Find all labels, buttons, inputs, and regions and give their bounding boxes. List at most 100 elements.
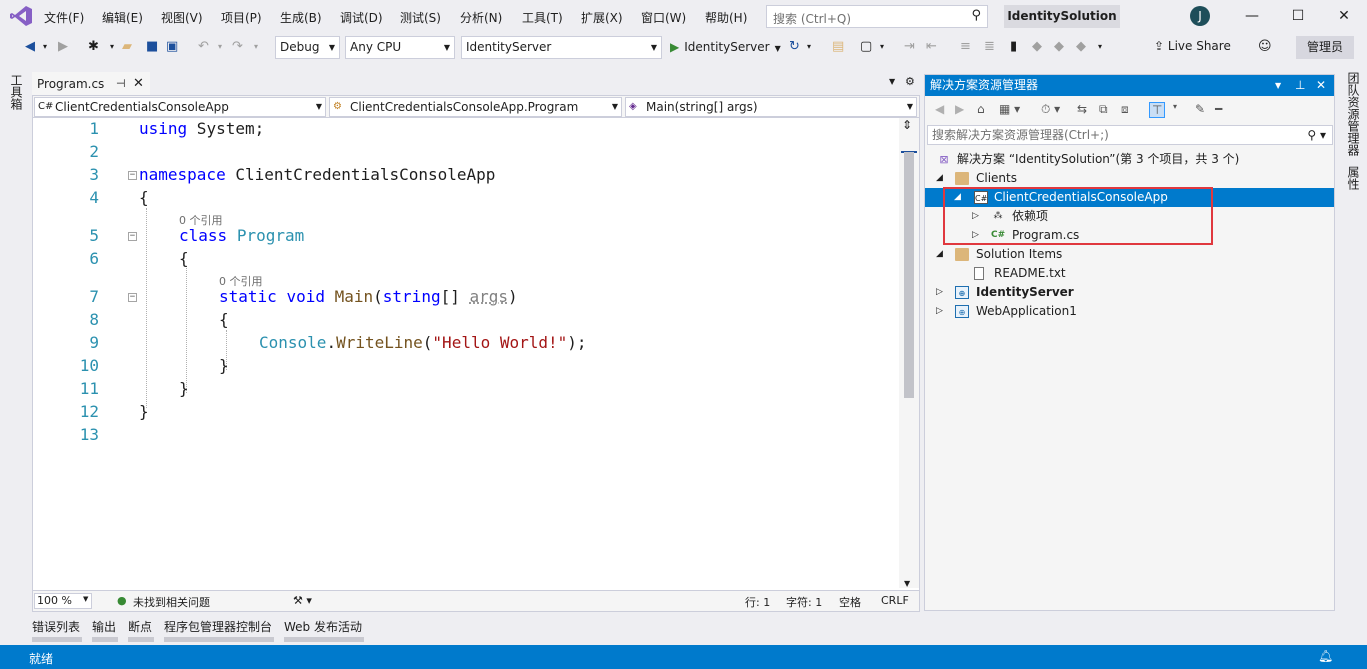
minimize-icon[interactable]: —: [1242, 6, 1262, 26]
tab-breakpoints[interactable]: 断点: [128, 618, 154, 642]
clear-bookmark-icon[interactable]: ◆: [1076, 38, 1086, 56]
collapsed-icon[interactable]: ▷: [936, 283, 943, 302]
tree-solution[interactable]: ⊠ 解决方案 “IdentitySolution”(第 3 个项目，共 3 个): [925, 150, 1334, 169]
collapse-class-icon[interactable]: −: [128, 232, 137, 241]
browser-link-icon[interactable]: ▤: [832, 38, 844, 56]
collapsed-icon[interactable]: ▷: [936, 302, 943, 321]
new-project-icon[interactable]: ✱: [88, 38, 99, 56]
comment-icon[interactable]: ≡: [960, 38, 971, 56]
tab-output[interactable]: 输出: [92, 618, 118, 642]
project-nav-dropdown[interactable]: C# ClientCredentialsConsoleApp ▼: [34, 97, 326, 117]
tree-file-readme[interactable]: README.txt: [925, 264, 1334, 283]
gear-icon[interactable]: ⚙: [905, 75, 915, 88]
tree-project-identityserver[interactable]: ▷ ⊕ IdentityServer: [925, 283, 1334, 302]
menu-debug[interactable]: 调试(D): [340, 9, 383, 26]
forward-icon[interactable]: ▶: [955, 102, 964, 116]
menu-project[interactable]: 项目(P): [221, 9, 262, 26]
feedback-icon[interactable]: ☺: [1258, 38, 1272, 56]
tab-package-manager-console[interactable]: 程序包管理器控制台: [164, 618, 274, 642]
properties-icon[interactable]: ✎: [1195, 102, 1205, 116]
zoom-select[interactable]: 100 % ▼: [34, 593, 92, 609]
editor-vertical-scrollbar[interactable]: ⇕ ▼: [899, 118, 919, 588]
undo-icon[interactable]: ↶: [198, 38, 209, 56]
open-folder-icon[interactable]: ▰: [122, 38, 132, 56]
prev-bookmark-icon[interactable]: ◆: [1032, 38, 1042, 56]
chevron-down-icon[interactable]: ▾: [218, 38, 222, 56]
menu-tools[interactable]: 工具(T): [522, 9, 563, 26]
close-tab-icon[interactable]: ✕: [133, 74, 144, 94]
step-over-icon[interactable]: ⇤: [926, 38, 937, 56]
live-share-button[interactable]: ⇪ Live Share: [1154, 39, 1231, 53]
save-icon[interactable]: ■: [146, 38, 158, 56]
menu-build[interactable]: 生成(B): [280, 9, 322, 26]
code-editor[interactable]: C# ClientCredentialsConsoleApp ▼ ⚙ Clien…: [32, 95, 920, 612]
menu-analyze[interactable]: 分析(N): [460, 9, 502, 26]
scrollbar-thumb[interactable]: [904, 152, 914, 398]
save-all-icon[interactable]: ▣: [166, 38, 178, 56]
minus-icon[interactable]: ━: [1215, 102, 1222, 116]
expanded-icon[interactable]: ◢: [936, 245, 943, 264]
notification-bell-icon[interactable]: 🔔︎: [1318, 649, 1333, 663]
start-debugging-button[interactable]: ▶ IdentityServer ▼: [670, 37, 781, 57]
startup-project-select[interactable]: IdentityServer ▼: [461, 36, 662, 59]
tree-folder-clients[interactable]: ◢ Clients: [925, 169, 1334, 188]
solution-explorer-search-input[interactable]: 搜索解决方案资源管理器(Ctrl+;) ⚲ ▾: [927, 125, 1333, 145]
toolbox-tab[interactable]: 工具箱: [8, 74, 25, 110]
next-bookmark-icon[interactable]: ◆: [1054, 38, 1064, 56]
team-explorer-tab[interactable]: 团队资源管理器: [1345, 72, 1362, 156]
chevron-down-icon[interactable]: ▼: [1275, 75, 1281, 96]
navigate-forward-icon[interactable]: ▶: [58, 38, 68, 56]
member-nav-dropdown[interactable]: ◈ Main(string[] args) ▼: [625, 97, 917, 117]
preview-icon[interactable]: ⊤: [1149, 102, 1166, 118]
show-all-files-icon[interactable]: ⧈: [1121, 102, 1129, 117]
chevron-down-icon[interactable]: ▼: [889, 77, 895, 86]
close-panel-icon[interactable]: ✕: [1316, 75, 1326, 96]
global-search-input[interactable]: 搜索 (Ctrl+Q) ⚲: [766, 5, 988, 28]
class-nav-dropdown[interactable]: ⚙ ClientCredentialsConsoleApp.Program ▼: [329, 97, 622, 117]
visual-studio-logo-icon[interactable]: [10, 6, 32, 26]
pin-icon[interactable]: ⊣: [116, 74, 126, 94]
collapse-namespace-icon[interactable]: −: [128, 171, 137, 180]
tree-folder-solution-items[interactable]: ◢ Solution Items: [925, 245, 1334, 264]
redo-icon[interactable]: ↷: [232, 38, 243, 56]
chevron-down-icon[interactable]: ▾: [1098, 38, 1102, 56]
chevron-down-icon[interactable]: ▾: [880, 38, 884, 56]
chevron-down-icon[interactable]: ▾: [43, 38, 47, 56]
menu-help[interactable]: 帮助(H): [705, 9, 747, 26]
refresh-icon[interactable]: ↻: [789, 38, 800, 56]
properties-tab[interactable]: 属性: [1345, 166, 1362, 190]
step-icon[interactable]: ⇥: [904, 38, 915, 56]
switch-views-icon[interactable]: ▦ ▾: [999, 102, 1020, 116]
chevron-down-icon[interactable]: ▾: [1173, 102, 1177, 111]
configuration-select[interactable]: Debug ▼: [275, 36, 340, 59]
issues-status[interactable]: 未找到相关问题: [133, 594, 210, 610]
brush-icon[interactable]: ⚒ ▾: [293, 594, 312, 607]
sync-icon[interactable]: ⇆: [1077, 102, 1087, 116]
menu-edit[interactable]: 编辑(E): [102, 9, 143, 26]
back-icon[interactable]: ◀: [935, 102, 944, 116]
menu-file[interactable]: 文件(F): [44, 9, 84, 26]
pin-icon[interactable]: ⊥: [1295, 75, 1305, 96]
tab-error-list[interactable]: 错误列表: [32, 618, 82, 642]
home-icon[interactable]: ⌂: [977, 102, 985, 116]
split-window-icon[interactable]: ⇕: [902, 118, 912, 132]
menu-extensions[interactable]: 扩展(X): [581, 9, 623, 26]
collapse-method-icon[interactable]: −: [128, 293, 137, 302]
collapse-all-icon[interactable]: ⧉: [1099, 102, 1108, 117]
close-icon[interactable]: ✕: [1334, 6, 1354, 26]
menu-window[interactable]: 窗口(W): [641, 9, 686, 26]
pending-changes-icon[interactable]: ⏱ ▾: [1041, 102, 1060, 117]
chevron-down-icon[interactable]: ▾: [254, 38, 258, 56]
avatar[interactable]: J: [1190, 6, 1210, 26]
platform-select[interactable]: Any CPU ▼: [345, 36, 455, 59]
chevron-down-icon[interactable]: ▾: [110, 38, 114, 56]
expanded-icon[interactable]: ◢: [936, 169, 943, 188]
menu-view[interactable]: 视图(V): [161, 9, 203, 26]
bookmark-icon[interactable]: ▮: [1010, 38, 1017, 56]
tree-project-webapplication1[interactable]: ▷ ⊕ WebApplication1: [925, 302, 1334, 321]
menu-test[interactable]: 测试(S): [400, 9, 441, 26]
code-area[interactable]: 1 2 3 4 5 6 7 8 9 10 11 12 13 − − − usin…: [33, 118, 899, 588]
scroll-down-icon[interactable]: ▼: [904, 579, 910, 588]
navigate-back-icon[interactable]: ◀: [25, 38, 35, 56]
tab-web-publish-activity[interactable]: Web 发布活动: [284, 618, 364, 642]
